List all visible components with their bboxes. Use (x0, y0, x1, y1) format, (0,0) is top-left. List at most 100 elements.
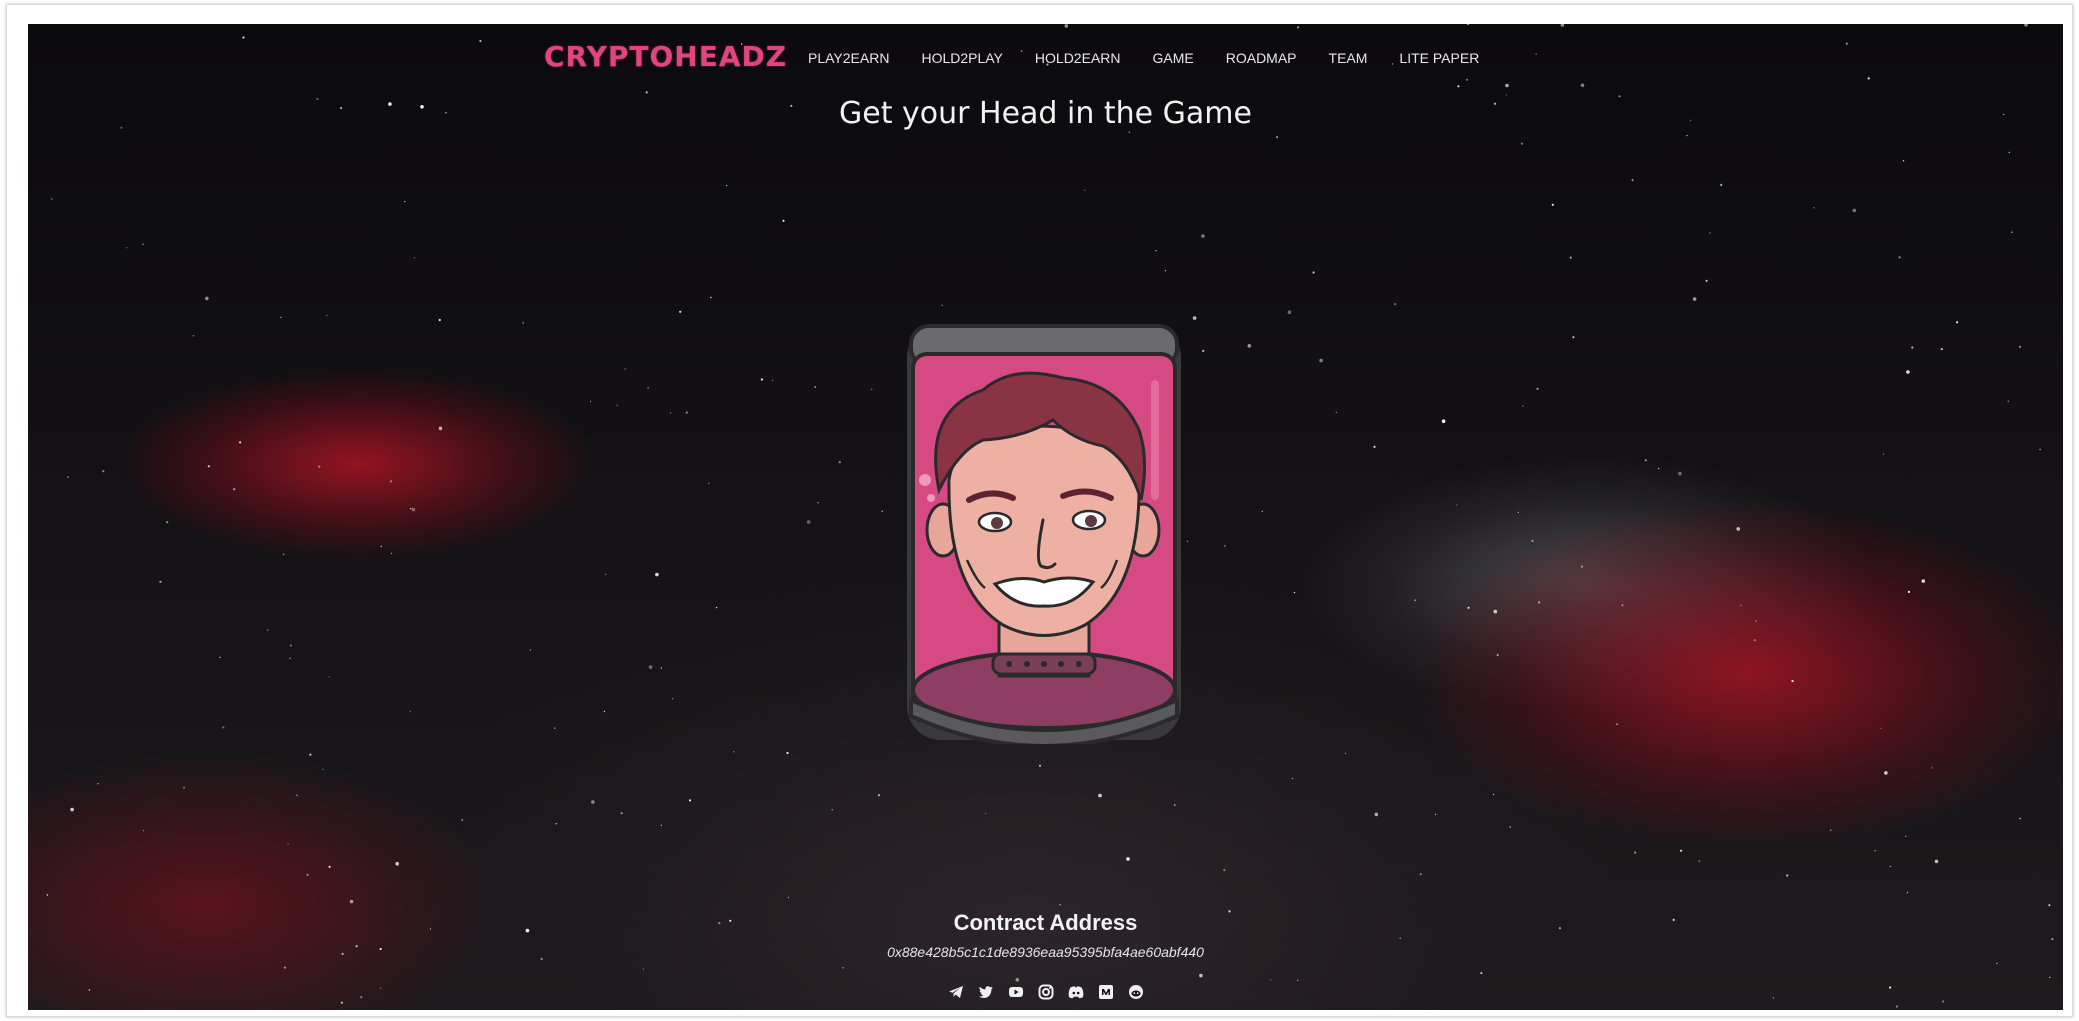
star (529, 649, 532, 651)
star (786, 751, 789, 755)
star (1911, 346, 1914, 349)
star (1616, 723, 1618, 725)
star (1520, 142, 1523, 145)
star (1934, 859, 1939, 864)
nav-item-hold2earn[interactable]: HOLD2EARN (1035, 50, 1121, 66)
star (660, 667, 662, 669)
star (1942, 1000, 1945, 1003)
medium-icon[interactable] (1098, 984, 1114, 1000)
star (166, 521, 169, 524)
star (2008, 151, 2010, 154)
star (1297, 26, 1300, 29)
star (1906, 892, 1909, 894)
star (1164, 270, 1167, 272)
nav-item-team[interactable]: TEAM (1329, 50, 1368, 66)
star (1291, 777, 1294, 780)
star (1128, 131, 1130, 133)
star (1517, 511, 1520, 514)
star (1791, 679, 1794, 683)
star (219, 656, 221, 658)
star (591, 800, 595, 804)
star (1736, 527, 1740, 531)
star (733, 751, 735, 753)
star (1059, 904, 1061, 906)
star (1889, 865, 1892, 868)
star (1536, 387, 1539, 390)
star (1247, 344, 1252, 348)
star (389, 480, 393, 483)
star (1907, 590, 1911, 594)
star (1902, 160, 1905, 162)
star (318, 465, 321, 468)
star (1084, 189, 1086, 191)
nav-item-lite-paper[interactable]: LITE PAPER (1399, 50, 1479, 66)
star (1560, 24, 1565, 27)
contract-address[interactable]: 0x88e428b5c1c1de8936eaa95395bfa4ae60abf4… (28, 944, 2063, 960)
star (1276, 136, 1279, 139)
star (655, 572, 659, 577)
star (648, 665, 653, 669)
star (102, 470, 105, 473)
star (1192, 316, 1197, 320)
star (616, 404, 618, 406)
star (280, 316, 282, 319)
star (2011, 231, 2013, 233)
telegram-icon[interactable] (948, 984, 964, 1000)
star (1434, 813, 1437, 816)
star (1531, 539, 1534, 543)
star (1186, 540, 1189, 542)
star (1678, 471, 1682, 476)
star (1261, 510, 1264, 513)
star (1634, 851, 1637, 854)
star (126, 247, 128, 249)
star (67, 476, 69, 478)
star (2019, 345, 2022, 348)
star (1296, 979, 1299, 982)
star (1393, 303, 1397, 306)
instagram-icon[interactable] (1038, 984, 1054, 1000)
star (1621, 604, 1624, 607)
star (1064, 24, 1069, 28)
star (1373, 445, 1376, 448)
star (1753, 639, 1756, 642)
star (522, 322, 524, 324)
star (1287, 310, 1292, 315)
star (1569, 256, 1572, 259)
star (688, 799, 692, 802)
star (1522, 405, 1524, 407)
star (1270, 979, 1272, 981)
star (1223, 869, 1226, 872)
star (159, 580, 162, 583)
star (1931, 767, 1933, 769)
star (1441, 419, 1446, 424)
star (881, 510, 883, 512)
star (941, 304, 943, 306)
star (660, 824, 662, 826)
twitter-icon[interactable] (978, 984, 994, 1000)
star (1580, 83, 1585, 88)
star (2024, 24, 2028, 27)
reddit-icon[interactable] (1128, 984, 1144, 1000)
star (1880, 727, 1882, 730)
star (192, 335, 195, 337)
star (814, 386, 816, 388)
star (1905, 835, 1907, 838)
star (46, 894, 49, 896)
star (1174, 804, 1176, 806)
star (760, 378, 764, 381)
youtube-icon[interactable] (1008, 984, 1024, 1000)
navbar: CRYPTOHEADZ PLAY2EARN HOLD2PLAY HOLD2EAR… (28, 36, 2063, 76)
star (1038, 764, 1042, 767)
star (1882, 453, 1885, 455)
star (1496, 654, 1499, 657)
nav-item-roadmap[interactable]: ROADMAP (1226, 50, 1297, 66)
nav-item-game[interactable]: GAME (1153, 50, 1194, 66)
nav-item-hold2play[interactable]: HOLD2PLAY (921, 50, 1002, 66)
logo[interactable]: CRYPTOHEADZ (544, 40, 787, 73)
nav-item-play2earn[interactable]: PLAY2EARN (808, 50, 889, 66)
star (282, 553, 285, 555)
star (1098, 793, 1102, 798)
star (554, 727, 556, 729)
discord-icon[interactable] (1068, 984, 1084, 1000)
star (1015, 978, 1020, 982)
